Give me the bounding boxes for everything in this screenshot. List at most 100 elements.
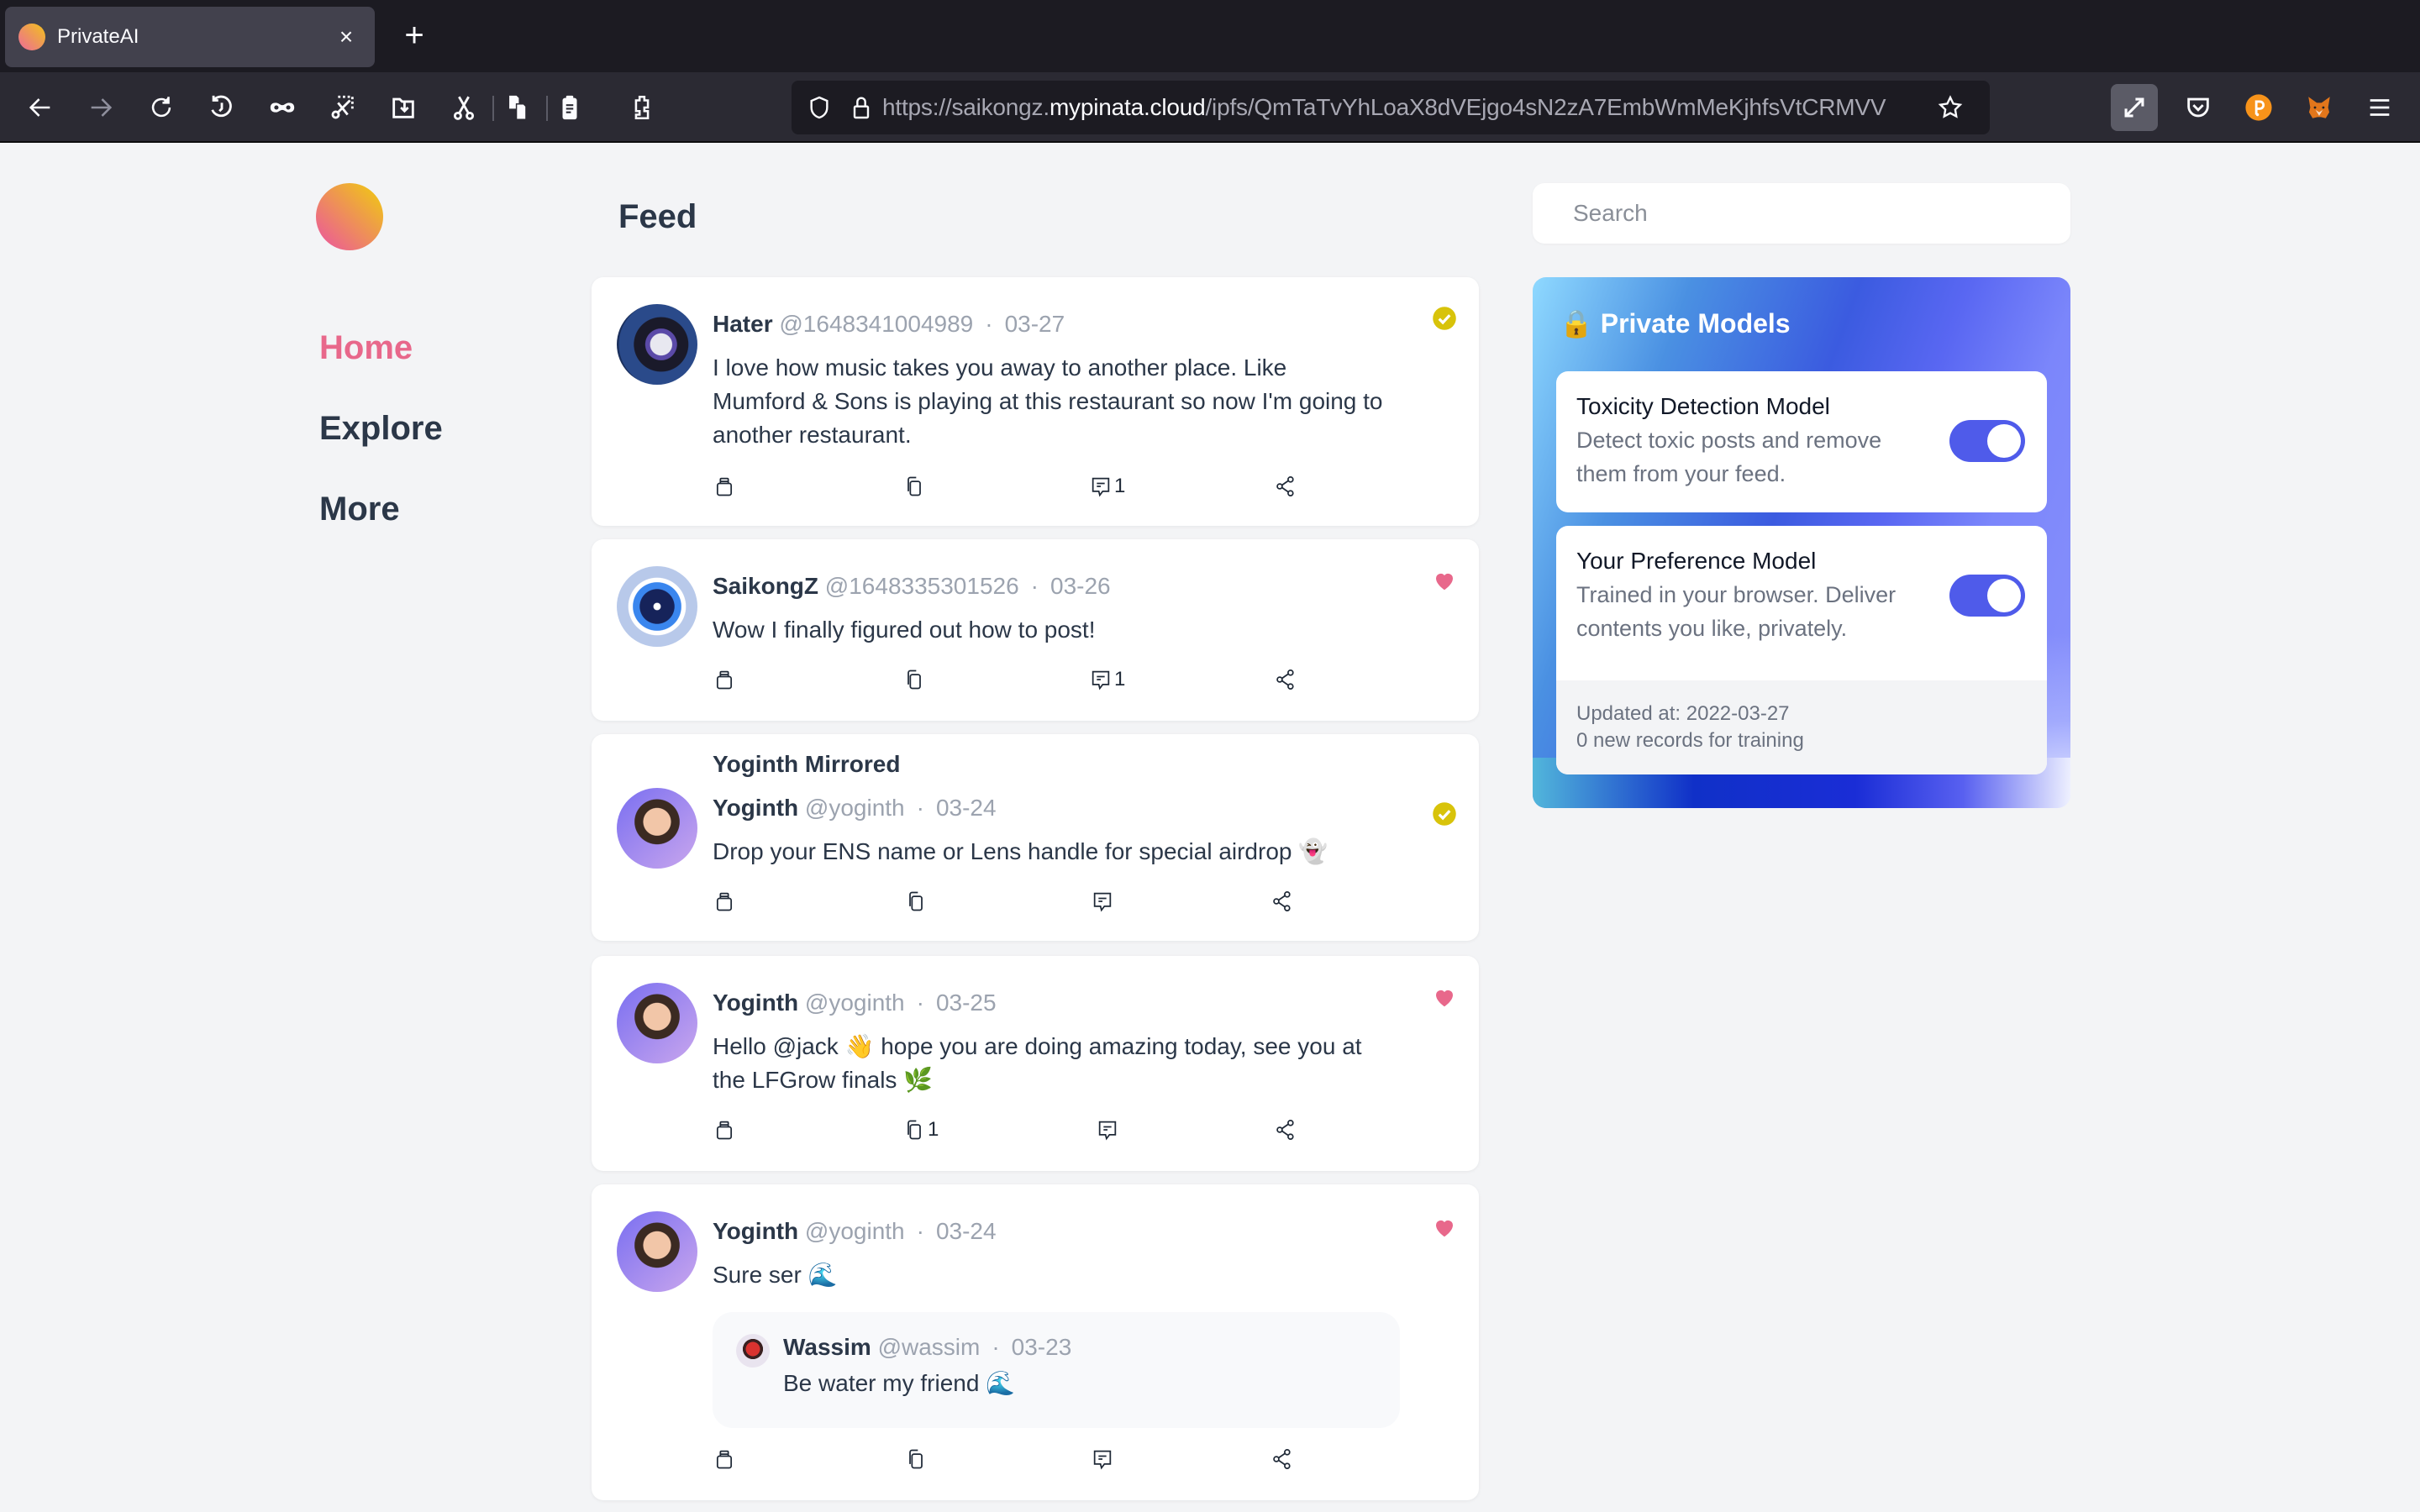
search-input[interactable] [1533,183,2070,244]
heart-icon[interactable] [1432,1215,1457,1240]
author-handle[interactable]: @yoginth [805,990,905,1016]
browser-tab-bar: PrivateAI × + [0,0,2420,72]
mirror-button[interactable] [904,887,929,916]
nav-explore[interactable]: Explore [319,410,443,448]
post-actions: 1 [713,665,1318,694]
mirror-button[interactable] [902,472,928,501]
url-host: mypinata.cloud [1049,94,1206,120]
comment-button[interactable] [1096,1116,1121,1144]
share-button[interactable] [1274,1116,1299,1144]
polkadot-extension-button[interactable] [2235,84,2282,131]
mirror-icon [908,1120,921,1140]
post-card[interactable]: SaikongZ @1648335301526 · 03-26 Wow I fina… [592,539,1479,721]
comment-button[interactable] [1091,1445,1116,1473]
collect-icon [716,670,733,690]
quoted-author-name[interactable]: Wassim [783,1334,871,1360]
tab-close-button[interactable]: × [331,24,361,50]
app-menu-button[interactable] [2356,84,2403,131]
model-card-preference: Your Preference Model Trained in your br… [1556,526,2047,774]
pocket-button[interactable] [2175,84,2222,131]
post-date: 03-25 [935,990,997,1016]
url-bar[interactable]: https://saikongz.mypinata.cloud/ipfs/QmT… [792,81,1990,134]
screenshot-button[interactable] [319,84,366,131]
quoted-post[interactable]: Wassim @wassim · 03-23 Be water my friend … [713,1312,1400,1428]
user-avatar[interactable] [617,1211,697,1292]
post-card[interactable]: Yoginth @yoginth · 03-25 Hello @jack 👋 hop… [592,956,1479,1171]
cut-button[interactable] [440,84,487,131]
nav-more[interactable]: More [319,491,400,528]
mirror-button[interactable] [902,665,928,694]
fullscreen-icon [2124,97,2144,118]
preference-model-toggle[interactable] [1949,575,2025,617]
heart-icon[interactable] [1432,568,1457,593]
post-card[interactable]: Yoginth Mirrored Yoginth @yoginth · 03-24 … [592,734,1479,941]
author-name[interactable]: Yoginth [713,990,798,1016]
comment-button[interactable]: 1 [1089,472,1125,501]
private-mask-icon [270,102,295,113]
share-button[interactable] [1270,1445,1296,1473]
mirror-button[interactable] [904,1445,929,1473]
private-browsing-button[interactable] [259,84,306,131]
author-handle[interactable]: @1648335301526 [825,573,1019,599]
collect-button[interactable] [713,472,738,501]
mirror-label: Yoginth Mirrored [713,751,901,777]
lock-icon[interactable] [840,87,882,129]
reload-icon [151,97,171,118]
metamask-button[interactable] [2296,84,2343,131]
user-avatar[interactable] [617,788,697,869]
nav-home[interactable]: Home [319,329,413,367]
save-to-folder-button[interactable] [380,84,427,131]
post-date: 03-26 [1050,573,1111,599]
collect-button[interactable] [713,887,738,916]
collect-button[interactable] [713,665,738,694]
user-avatar[interactable] [617,304,697,385]
forward-button[interactable] [77,84,124,131]
comment-button[interactable] [1091,887,1116,916]
user-avatar[interactable] [617,566,697,647]
post-actions: 1 [713,472,1318,501]
share-icon [1276,1120,1294,1140]
user-avatar[interactable] [617,983,697,1063]
author-name[interactable]: Hater [713,311,773,337]
bookmark-star-button[interactable] [1929,87,1971,129]
author-name[interactable]: SaikongZ [713,573,818,599]
author-handle[interactable]: @yoginth [805,1218,905,1244]
copy-button[interactable] [494,84,541,131]
author-name[interactable]: Yoginth [713,795,798,821]
post-body: Wow I finally figured out how to post! [713,617,1096,643]
post-card[interactable]: Yoginth @yoginth · 03-24 Sure ser 🌊 Wassim… [592,1184,1479,1500]
history-button[interactable] [198,84,245,131]
share-button[interactable] [1270,887,1296,916]
save-to-folder-icon [392,97,414,118]
author-name[interactable]: Yoginth [713,1218,798,1244]
app-logo[interactable] [316,183,383,250]
comment-icon [1092,477,1110,497]
browser-toolbar: https://saikongz.mypinata.cloud/ipfs/QmT… [0,72,2420,143]
back-icon [29,98,50,117]
collect-button[interactable] [713,1116,738,1144]
quoted-user-avatar[interactable] [736,1334,770,1368]
reload-button[interactable] [138,84,185,131]
paste-button[interactable] [546,84,593,131]
mirror-button[interactable]: 1 [902,1116,939,1144]
share-button[interactable] [1274,665,1299,694]
back-button[interactable] [17,84,64,131]
url-text[interactable]: https://saikongz.mypinata.cloud/ipfs/QmT… [882,94,1924,121]
extensions-button[interactable] [618,84,666,131]
author-handle[interactable]: @yoginth [805,795,905,821]
comment-button[interactable]: 1 [1089,665,1125,694]
paste-icon [562,95,577,120]
new-tab-button[interactable]: + [395,17,434,55]
separator-dot: · [985,311,993,337]
browser-tab[interactable]: PrivateAI × [5,7,375,67]
share-button[interactable] [1274,472,1299,501]
fullscreen-button[interactable] [2111,84,2158,131]
author-handle[interactable]: @1648341004989 [779,311,973,337]
tracking-protection-icon[interactable] [798,87,840,129]
post-card[interactable]: Hater @1648341004989 · 03-27 I love how mu… [592,277,1479,526]
quoted-author-handle[interactable]: @wassim [878,1334,981,1360]
heart-icon[interactable] [1432,984,1457,1010]
model-description: Trained in your browser. Deliver content… [1576,582,1897,641]
collect-button[interactable] [713,1445,738,1473]
toxicity-model-toggle[interactable] [1949,420,2025,462]
